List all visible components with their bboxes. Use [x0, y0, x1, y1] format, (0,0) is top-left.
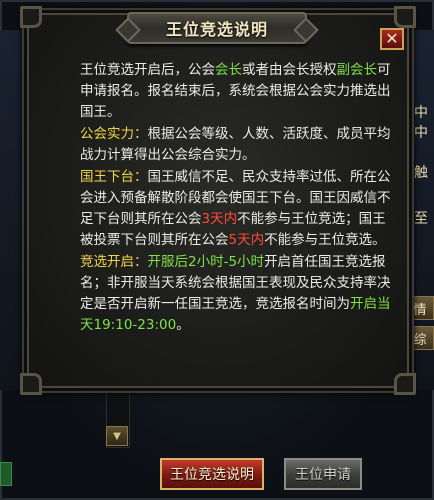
paragraph-text: 。 [176, 317, 190, 333]
tab-election-explanation[interactable]: 王位竞选说明 [160, 458, 264, 490]
paragraph-guild-strength: 公会实力：根据公会等级、人数、活跃度、成员平均战力计算得出公会综合实力。 [52, 124, 392, 166]
section-heading: 国王下台： [80, 169, 148, 185]
frame-corner [394, 373, 416, 395]
highlight-text: 5天内 [228, 232, 265, 248]
paragraph-intro: 王位竞选开启后，公会会长或者由会长授权副会长可申请报名。报名结束后，系统会根据公… [52, 60, 392, 123]
throne-election-dialog: 王位竞选说明 ✕ 王位竞选开启后，公会会长或者由会长授权副会长可申请报名。报名结… [20, 6, 416, 395]
paragraph-text: 王位竞选开启后，公会 [80, 62, 215, 78]
close-icon: ✕ [385, 29, 399, 48]
section-heading: 竞选开启： [80, 254, 148, 270]
paragraph-election-open: 竞选开启：开服后2小时-5小时开启首任国王竞选报名；非开服当天系统会根据国王表现… [52, 252, 392, 336]
tab-throne-application[interactable]: 王位申请 [284, 458, 362, 490]
highlight-text: 3天内 [201, 211, 238, 227]
section-heading: 公会实力： [80, 126, 148, 142]
close-button[interactable]: ✕ [380, 28, 404, 50]
frame-corner [394, 6, 416, 28]
scroll-down-icon[interactable]: ▼ [106, 426, 128, 446]
paragraph-text: 或者由会长授权 [242, 62, 337, 78]
paragraph-text: 不能参与王位竞选。 [264, 232, 386, 248]
frame-corner [20, 373, 42, 395]
dialog-body: 王位竞选开启后，公会会长或者由会长授权副会长可申请报名。报名结束后，系统会根据公… [52, 60, 392, 337]
paragraph-king-dethroned: 国王下台：国王威信不足、民众支持率过低、所在公会进入预备解散阶段都会使国王下台。… [52, 167, 392, 251]
highlight-text: 开服后2小时-5小时 [147, 254, 265, 270]
highlight-text: 副会长 [336, 62, 378, 78]
background-left-tab[interactable] [0, 462, 12, 486]
frame-corner [20, 6, 42, 28]
dialog-title: 王位竞选说明 [165, 20, 268, 39]
dialog-title-plate: 王位竞选说明 [127, 12, 307, 44]
game-screen: 当中 当中 中 将触 会至 情 综 ▼ 王位竞选说明 ✕ 王位竞选开启后，公会会… [0, 0, 434, 500]
highlight-text: 会长 [215, 62, 242, 78]
